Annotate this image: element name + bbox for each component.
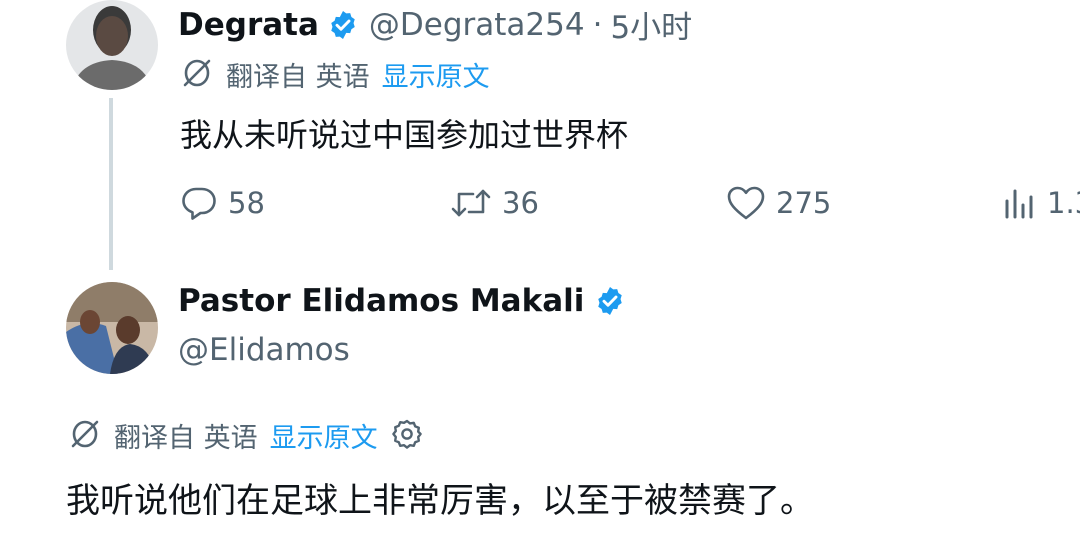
- like-count: 275: [776, 186, 832, 220]
- retweet-icon: [450, 185, 502, 221]
- main-header: Pastor Elidamos Makali: [178, 283, 626, 319]
- views-action-button[interactable]: 1.3: [1003, 185, 1080, 221]
- author-handle[interactable]: @Degrata254: [369, 7, 585, 43]
- show-original-link[interactable]: 显示原文: [382, 55, 490, 94]
- tweet-time[interactable]: 5小时: [610, 2, 692, 47]
- like-action-button[interactable]: 275: [726, 185, 831, 221]
- avatar-degrata[interactable]: [66, 0, 158, 90]
- reply-icon: [180, 185, 228, 221]
- reply-header: Degrata @Degrata254 · 5小时: [178, 2, 692, 47]
- views-icon: [1003, 185, 1047, 221]
- author-name[interactable]: Degrata: [178, 7, 319, 43]
- verified-badge-icon: [594, 285, 626, 317]
- translate-icon: [68, 417, 102, 455]
- translate-label: 翻译自 英语: [114, 423, 258, 454]
- thread-connector-line: [109, 98, 113, 270]
- translate-label: 翻译自 英语: [226, 62, 370, 93]
- tweet-text: 我听说他们在足球上非常厉害，以至于被禁赛了。: [66, 481, 814, 521]
- like-icon: [726, 185, 776, 221]
- author-name[interactable]: Pastor Elidamos Makali: [178, 283, 584, 319]
- show-original-link[interactable]: 显示原文: [270, 416, 378, 455]
- reply-action-button[interactable]: 58: [180, 185, 265, 221]
- translate-icon: [180, 56, 214, 94]
- avatar-elidamos[interactable]: [66, 282, 158, 374]
- author-handle[interactable]: @Elidamos: [178, 332, 350, 368]
- views-count: 1.3: [1047, 186, 1080, 220]
- translate-row: 翻译自 英语 显示原文: [180, 55, 490, 94]
- retweet-count: 36: [502, 186, 539, 220]
- verified-badge-icon: [327, 9, 359, 41]
- retweet-action-button[interactable]: 36: [450, 185, 539, 221]
- settings-gear-icon[interactable]: [390, 417, 424, 455]
- tweet-text: 我从未听说过中国参加过世界杯: [180, 116, 629, 154]
- translate-row: 翻译自 英语 显示原文: [68, 416, 424, 455]
- reply-count: 58: [228, 186, 265, 220]
- separator-dot: ·: [592, 6, 603, 43]
